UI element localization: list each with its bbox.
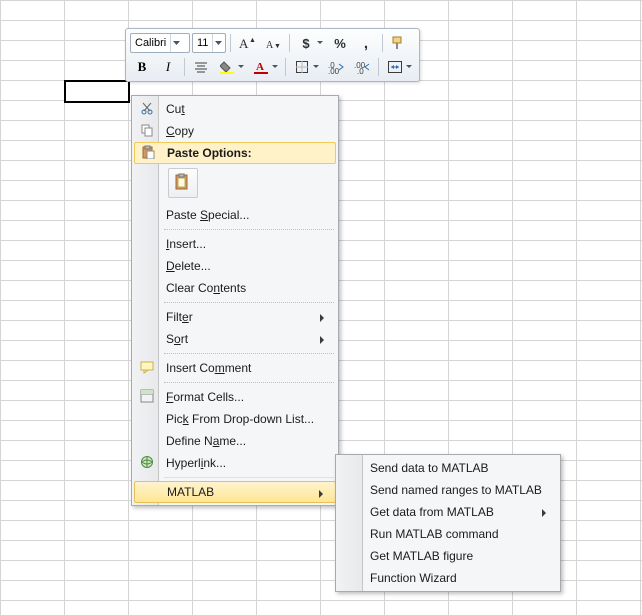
svg-text:▲: ▲ bbox=[249, 37, 255, 44]
percent-format-button[interactable]: % bbox=[328, 32, 352, 54]
submenu-function-wizard-label: Function Wizard bbox=[364, 571, 558, 585]
menu-sort[interactable]: Sort bbox=[134, 328, 336, 350]
menu-hyperlink[interactable]: Hyperlink... bbox=[134, 452, 336, 474]
submenu-arrow-icon bbox=[320, 314, 328, 322]
comment-icon bbox=[140, 360, 154, 377]
menu-delete-label: Delete... bbox=[160, 259, 336, 273]
menu-format-cells[interactable]: Format Cells... bbox=[134, 386, 336, 408]
submenu-send-named-ranges-label: Send named ranges to MATLAB bbox=[364, 483, 572, 497]
menu-pick-from-list[interactable]: Pick From Drop-down List... bbox=[134, 408, 336, 430]
menu-format-cells-label: Format Cells... bbox=[160, 390, 336, 404]
context-menu: Cut Copy Paste Options: Paste Special...… bbox=[131, 95, 339, 506]
submenu-get-data-label: Get data from MATLAB bbox=[364, 505, 558, 519]
submenu-function-wizard[interactable]: Function Wizard bbox=[338, 567, 558, 589]
font-size-dropdown-icon[interactable] bbox=[212, 34, 223, 52]
submenu-arrow-icon bbox=[542, 509, 550, 517]
increase-decimal-button[interactable]: .0.00 bbox=[324, 56, 348, 78]
menu-paste-special-label: Paste Special... bbox=[160, 208, 336, 222]
svg-text:▼: ▼ bbox=[274, 43, 281, 50]
menu-copy-label: Copy bbox=[160, 124, 336, 138]
menu-matlab-label: MATLAB bbox=[161, 485, 335, 499]
menu-paste-options[interactable]: Paste Options: bbox=[134, 142, 336, 164]
menu-filter[interactable]: Filter bbox=[134, 306, 336, 328]
menu-insert-label: Insert... bbox=[160, 237, 336, 251]
menu-insert-comment[interactable]: Insert Comment bbox=[134, 357, 336, 379]
menu-delete[interactable]: Delete... bbox=[134, 255, 336, 277]
align-center-button[interactable] bbox=[189, 56, 213, 78]
menu-sort-label: Sort bbox=[160, 332, 336, 346]
accounting-format-button[interactable]: $ bbox=[294, 32, 326, 54]
menu-define-name-label: Define Name... bbox=[160, 434, 336, 448]
borders-button[interactable] bbox=[290, 56, 322, 78]
menu-copy[interactable]: Copy bbox=[134, 120, 336, 142]
fill-color-button[interactable] bbox=[215, 56, 247, 78]
menu-insert[interactable]: Insert... bbox=[134, 233, 336, 255]
submenu-send-named-ranges[interactable]: Send named ranges to MATLAB bbox=[338, 479, 558, 501]
font-size-combo[interactable]: 11 bbox=[192, 33, 226, 53]
font-size-value: 11 bbox=[193, 37, 212, 49]
svg-text:A: A bbox=[239, 36, 249, 50]
copy-icon bbox=[140, 123, 154, 140]
increase-font-size-button[interactable]: A▲ bbox=[235, 32, 259, 54]
paste-default-button[interactable] bbox=[168, 168, 198, 198]
font-name-dropdown-icon[interactable] bbox=[170, 34, 181, 52]
svg-text:.00: .00 bbox=[328, 67, 340, 74]
matlab-submenu: Send data to MATLAB Send named ranges to… bbox=[335, 454, 561, 592]
hyperlink-icon bbox=[140, 455, 154, 472]
format-painter-button[interactable] bbox=[387, 32, 411, 54]
menu-clear-contents-label: Clear Contents bbox=[160, 281, 336, 295]
svg-text:.0: .0 bbox=[357, 67, 364, 74]
menu-insert-comment-label: Insert Comment bbox=[160, 361, 336, 375]
paste-icon bbox=[174, 173, 192, 194]
menu-cut[interactable]: Cut bbox=[134, 98, 336, 120]
submenu-get-figure-label: Get MATLAB figure bbox=[364, 549, 558, 563]
menu-matlab[interactable]: MATLAB bbox=[134, 481, 336, 503]
menu-cut-label: Cut bbox=[160, 102, 336, 116]
font-name-value: Calibri bbox=[131, 37, 170, 49]
svg-text:A: A bbox=[266, 40, 274, 50]
submenu-get-data[interactable]: Get data from MATLAB bbox=[338, 501, 558, 523]
svg-text:A: A bbox=[256, 61, 264, 73]
font-name-combo[interactable]: Calibri bbox=[130, 33, 190, 53]
menu-pick-from-list-label: Pick From Drop-down List... bbox=[160, 412, 344, 426]
clipboard-icon bbox=[141, 145, 155, 162]
submenu-get-figure[interactable]: Get MATLAB figure bbox=[338, 545, 558, 567]
comma-format-button[interactable]: , bbox=[354, 32, 378, 54]
menu-filter-label: Filter bbox=[160, 310, 336, 324]
format-cells-icon bbox=[140, 389, 154, 406]
menu-clear-contents[interactable]: Clear Contents bbox=[134, 277, 336, 299]
font-color-button[interactable]: A bbox=[249, 56, 281, 78]
menu-define-name[interactable]: Define Name... bbox=[134, 430, 336, 452]
submenu-send-data[interactable]: Send data to MATLAB bbox=[338, 457, 558, 479]
submenu-send-data-label: Send data to MATLAB bbox=[364, 461, 558, 475]
scissors-icon bbox=[140, 101, 154, 118]
submenu-arrow-icon bbox=[319, 490, 327, 498]
paste-options-block bbox=[134, 164, 336, 204]
mini-toolbar: Calibri 11 A▲ A▼ $ % , B I bbox=[125, 28, 420, 82]
italic-button[interactable]: I bbox=[156, 56, 180, 78]
submenu-run-command[interactable]: Run MATLAB command bbox=[338, 523, 558, 545]
decrease-font-size-button[interactable]: A▼ bbox=[261, 32, 285, 54]
merge-center-button[interactable] bbox=[383, 56, 415, 78]
bold-button[interactable]: B bbox=[130, 56, 154, 78]
decrease-decimal-button[interactable]: .00.0 bbox=[350, 56, 374, 78]
menu-paste-special[interactable]: Paste Special... bbox=[134, 204, 336, 226]
menu-hyperlink-label: Hyperlink... bbox=[160, 456, 336, 470]
selected-cell[interactable] bbox=[64, 80, 130, 103]
menu-paste-options-label: Paste Options: bbox=[161, 146, 335, 160]
submenu-run-command-label: Run MATLAB command bbox=[364, 527, 558, 541]
submenu-arrow-icon bbox=[320, 336, 328, 344]
